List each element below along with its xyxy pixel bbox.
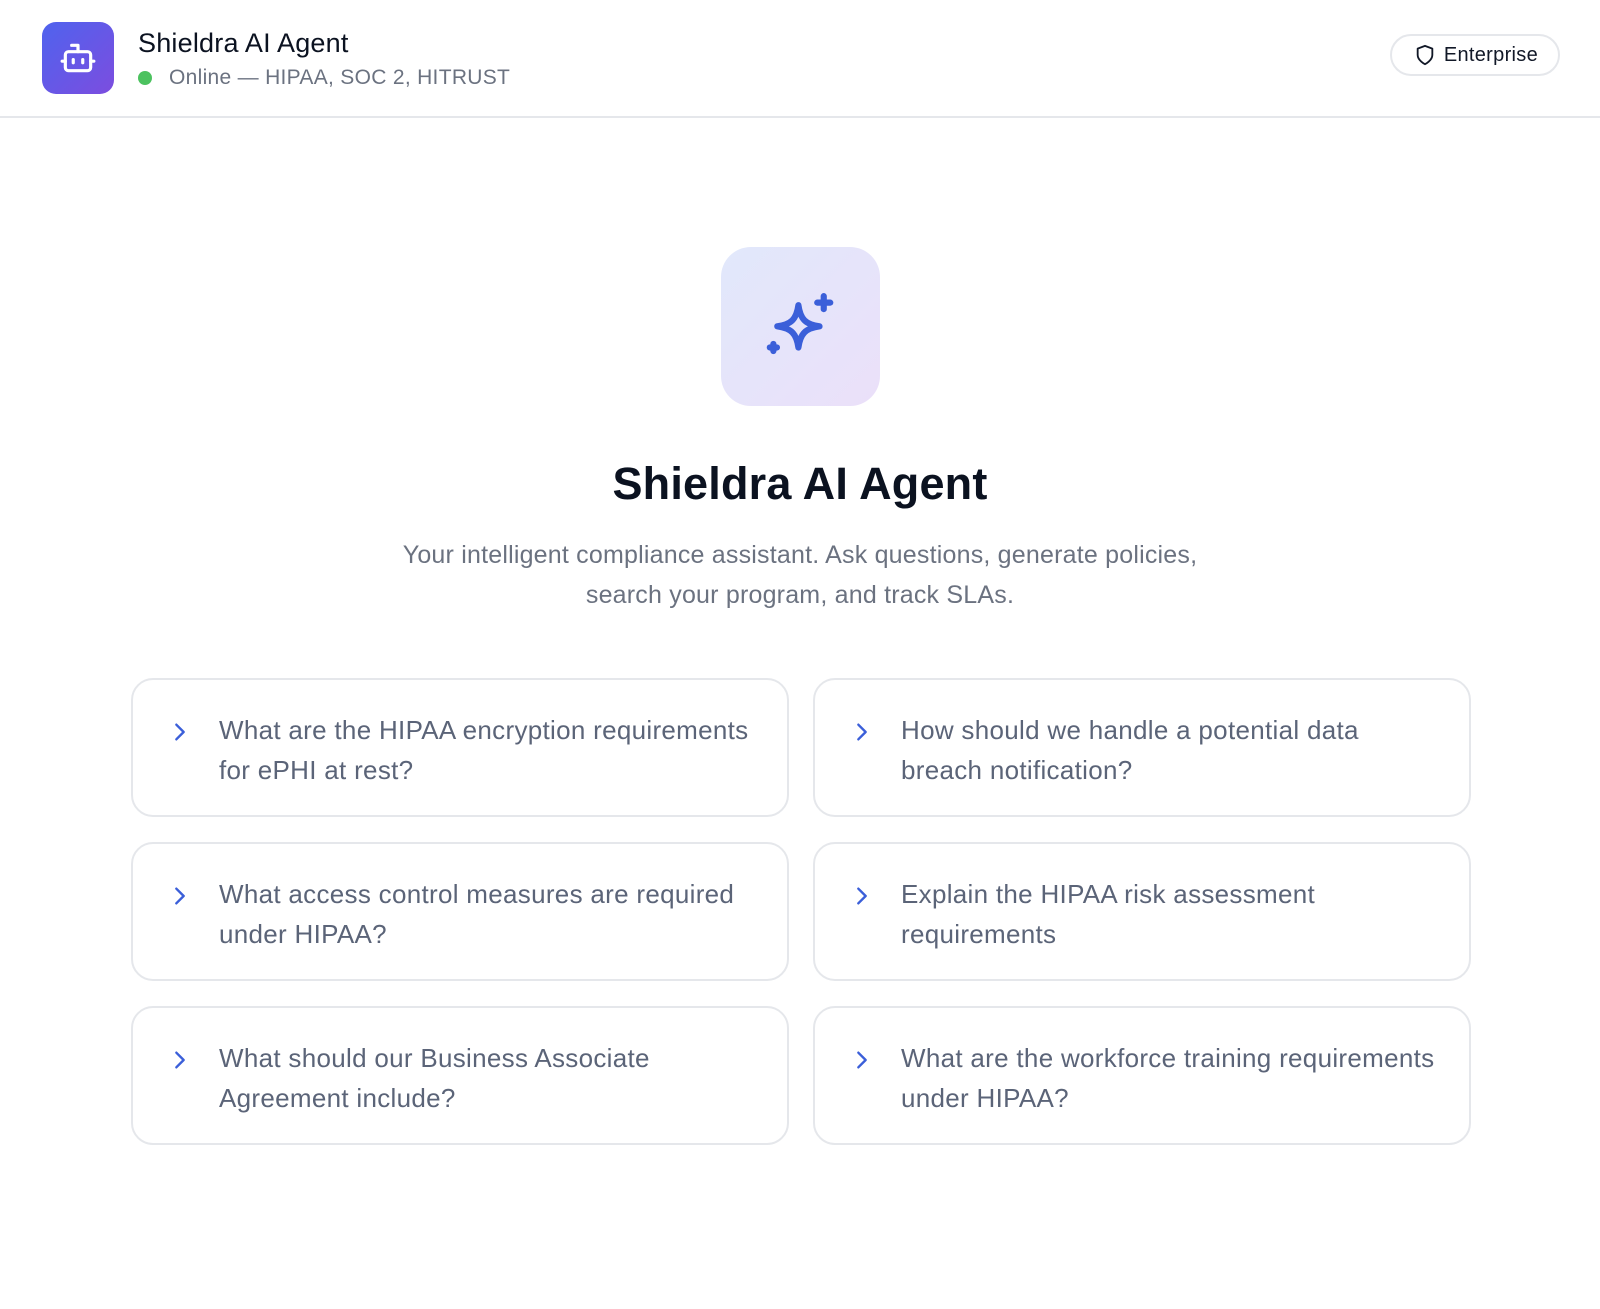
status-row: Online — HIPAA, SOC 2, HITRUST (138, 66, 510, 90)
app-title: Shieldra AI Agent (138, 28, 349, 58)
app-title-block: Shieldra AI Agent Online — HIPAA, SOC 2,… (138, 26, 510, 90)
suggestion-text: What access control measures are require… (219, 879, 735, 949)
suggestion-text: What are the workforce training requirem… (901, 1043, 1435, 1113)
chevron-right-icon (175, 887, 185, 905)
suggestion-text: Explain the HIPAA risk assessment requir… (901, 879, 1316, 949)
plan-badge-label: Enterprise (1443, 43, 1538, 66)
plan-badge: Enterprise (1389, 34, 1560, 76)
chevron-right-icon (857, 723, 867, 741)
suggestion-grid: What are the HIPAA encryption requiremen… (131, 678, 1471, 1145)
chevron-right-icon (857, 1051, 867, 1069)
app-logo (42, 22, 114, 94)
app-header: Shieldra AI Agent Online — HIPAA, SOC 2,… (0, 0, 1600, 118)
chevron-right-icon (175, 723, 185, 741)
suggestion-card[interactable]: What are the HIPAA encryption requiremen… (131, 678, 789, 817)
hero-subtitle: Your intelligent compliance assistant. A… (402, 541, 1198, 609)
shield-icon (1416, 44, 1434, 66)
chevron-right-icon (175, 1051, 185, 1069)
suggestion-card[interactable]: What should our Business Associate Agree… (131, 1006, 789, 1145)
suggestion-text: What should our Business Associate Agree… (219, 1043, 650, 1113)
suggestion-card[interactable]: What are the workforce training requirem… (813, 1006, 1471, 1145)
robot-icon (60, 43, 96, 73)
status-online-indicator (138, 71, 152, 85)
suggestion-text: What are the HIPAA encryption requiremen… (219, 715, 749, 785)
chevron-right-icon (857, 887, 867, 905)
suggestion-card[interactable]: What access control measures are require… (131, 842, 789, 981)
sparkles-icon (766, 292, 833, 354)
suggestion-text: How should we handle a potential data br… (901, 715, 1359, 785)
status-text: Online — HIPAA, SOC 2, HITRUST (169, 66, 511, 89)
hero-icon-tile (721, 247, 880, 406)
hero-title: Shieldra AI Agent (612, 458, 988, 509)
suggestion-card[interactable]: Explain the HIPAA risk assessment requir… (813, 842, 1471, 981)
suggestion-card[interactable]: How should we handle a potential data br… (813, 678, 1471, 817)
